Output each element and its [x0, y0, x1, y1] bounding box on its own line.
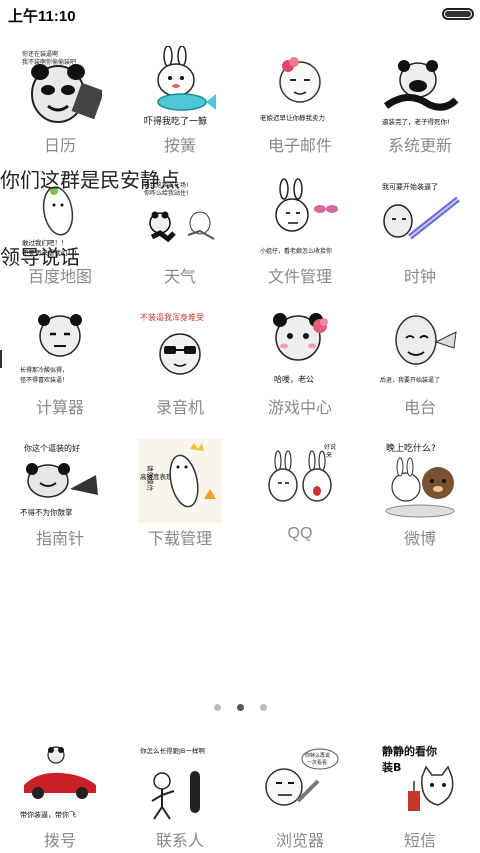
app-weibo[interactable]: 晚上吃什么? 微博 — [360, 433, 480, 563]
status-bar: 上午11:10 — [0, 0, 480, 28]
app-label: 录音机 — [155, 400, 204, 417]
svg-text:装B: 装B — [381, 760, 401, 774]
app-calendar[interactable]: 你还在装逼啊 我不装啊你偷偷装吧 日历 — [0, 40, 120, 170]
rabbit-whale-meme-icon: 吓得我吃了一鲸 — [138, 46, 222, 130]
app-label: 短信 — [403, 833, 436, 850]
app-label: QQ — [287, 525, 313, 542]
svg-text:晚上吃什么?: 晚上吃什么? — [386, 442, 436, 454]
svg-text:哈喽，老公: 哈喽，老公 — [274, 374, 314, 384]
app-label: 按簧 — [163, 138, 196, 155]
svg-text:带你装逼，带你飞: 带你装逼，带你飞 — [20, 810, 76, 819]
app-email[interactable]: 老娘迟早让你静我卖力 电子邮件 — [240, 40, 360, 170]
dock: 带你装逼，带你飞 拨号 你怎么长得跟JB一样啊 联系人 你特么再说 一次看看 浏… — [0, 735, 480, 853]
app-recorder[interactable]: 不装逼我浑身难受 录音机 — [120, 302, 240, 432]
app-label: 系统更新 — [387, 138, 452, 155]
svg-text:我不装啊你偷偷装吧: 我不装啊你偷偷装吧 — [22, 58, 76, 66]
app-label: 日历 — [43, 138, 76, 155]
panda-car-meme-icon: 带你装逼，带你飞 — [18, 741, 102, 825]
app-calculator[interactable]: 长得那冷酸似得， 怪不得喜欢装逼！ 计算器 — [0, 302, 120, 432]
cony-brown-meme-icon: 晚上吃什么? — [378, 439, 462, 523]
two-rabbits-meme-icon: 好说 来 — [258, 439, 342, 523]
dock-app-contacts[interactable]: 你怎么长得跟JB一样啊 联系人 — [120, 735, 240, 853]
page-dot-active[interactable] — [236, 704, 244, 711]
svg-text:我可要开始装逼了: 我可要开始装逼了 — [382, 182, 438, 191]
app-label: 联系人 — [155, 833, 204, 850]
app-game-center[interactable]: 哈喽，老公 游戏中心 — [240, 302, 360, 432]
svg-text:你还在装逼啊: 你还在装逼啊 — [22, 50, 58, 58]
app-radio[interactable]: 后退，我要开始装逼了 电台 — [360, 302, 480, 432]
svg-text:高难度表现: 高难度表现 — [140, 472, 173, 481]
panda-laugh-meme-icon: 逼装完了，老子得死你! — [378, 46, 462, 130]
status-time: 上午11:10 — [8, 8, 76, 25]
svg-text:怪不得喜欢装逼！: 怪不得喜欢装逼！ — [20, 376, 68, 384]
panda-stare-meme-icon: 长得那冷酸似得， 怪不得喜欢装逼！ — [18, 308, 102, 392]
cat-drink-meme-icon: 静静的看你 装B — [378, 741, 462, 825]
svg-text:来: 来 — [326, 452, 332, 459]
overlay-subtitle: 你们这群是民安静点 — [0, 170, 180, 192]
app-label: 游戏中心 — [267, 400, 332, 417]
app-label: 微博 — [403, 531, 436, 548]
app-system-update[interactable]: 逼装完了，老子得死你! 系统更新 — [360, 40, 480, 170]
app-compass[interactable]: 你这个逼装的好 不得不为你鼓掌 指南针 — [0, 433, 120, 563]
stick-figure-meme-icon: 你怎么长得跟JB一样啊 — [138, 741, 222, 825]
svg-text:好说: 好说 — [324, 443, 336, 451]
svg-text:小姐仔，看老娘怎么收拾你: 小姐仔，看老娘怎么收拾你 — [260, 247, 332, 255]
app-clock[interactable]: 我可要开始装逼了 时钟 — [360, 171, 480, 301]
app-label: 电台 — [403, 400, 436, 417]
svg-text:老娘迟早让你静我卖力: 老娘迟早让你静我卖力 — [260, 113, 325, 122]
panda-meme-icon: 你还在装逼啊 我不装啊你偷偷装吧 — [18, 46, 102, 130]
face-knife-meme-icon: 你特么再说 一次看看 — [258, 741, 342, 825]
sword-meme-icon: 我可要开始装逼了 — [378, 177, 462, 261]
app-label: 拨号 — [43, 833, 76, 850]
svg-text:吓得我吃了一鲸: 吓得我吃了一鲸 — [144, 115, 207, 127]
page-indicator — [0, 698, 480, 711]
page-dot[interactable] — [259, 704, 267, 711]
flower-face-meme-icon: 老娘迟早让你静我卖力 — [258, 46, 342, 130]
app-label: 指南针 — [35, 531, 84, 548]
app-anhuang[interactable]: 吓得我吃了一鲸 按簧 — [120, 40, 240, 170]
bald-face-meme-icon: 后退，我要开始装逼了 — [378, 308, 462, 392]
svg-text:静静的看你: 静静的看你 — [382, 744, 437, 758]
svg-text:不装逼我浑身难受: 不装逼我浑身难受 — [140, 312, 204, 322]
app-label: 下载管理 — [147, 531, 212, 548]
app-label: 计算器 — [35, 400, 84, 417]
svg-text:你这个逼装的好: 你这个逼装的好 — [24, 443, 80, 453]
battery-icon — [442, 8, 474, 20]
app-label: 浏览器 — [275, 833, 324, 850]
page-dot[interactable] — [213, 704, 221, 711]
app-qq[interactable]: 好说 来 QQ — [240, 433, 360, 563]
app-label: 文件管理 — [267, 269, 332, 286]
app-label: 电子邮件 — [267, 138, 332, 155]
svg-text:你怎么长得跟JB一样啊: 你怎么长得跟JB一样啊 — [140, 746, 205, 755]
dock-app-messages[interactable]: 静静的看你 装B 短信 — [360, 735, 480, 853]
app-file-manager[interactable]: 小姐仔，看老娘怎么收拾你 文件管理 — [240, 171, 360, 301]
svg-text:你特么再说: 你特么再说 — [305, 752, 330, 759]
blob-crown-meme-icon: 请勿模仿 高难度表现 — [138, 439, 222, 523]
svg-text:一次看看: 一次看看 — [307, 759, 327, 766]
edge-mark — [0, 350, 2, 368]
dock-app-dialer[interactable]: 带你装逼，带你飞 拨号 — [0, 735, 120, 853]
svg-text:长得那冷酸似得，: 长得那冷酸似得， — [20, 366, 68, 374]
sunglasses-meme-icon: 不装逼我浑身难受 — [138, 308, 222, 392]
panda-flower-meme-icon: 哈喽，老公 — [258, 308, 342, 392]
overlay-subtitle: 领导说话 — [0, 247, 80, 269]
svg-text:后退，我要开始装逼了: 后退，我要开始装逼了 — [380, 376, 440, 384]
svg-text:不得不为你鼓掌: 不得不为你鼓掌 — [20, 507, 73, 517]
svg-text:逼装完了，老子得死你!: 逼装完了，老子得死你! — [382, 117, 450, 126]
app-label: 时钟 — [403, 269, 436, 286]
app-label: 天气 — [163, 269, 196, 286]
dock-app-browser[interactable]: 你特么再说 一次看看 浏览器 — [240, 735, 360, 853]
rabbit-bra-meme-icon: 小姐仔，看老娘怎么收拾你 — [258, 177, 342, 261]
app-download-manager[interactable]: 请勿模仿 高难度表现 下载管理 — [120, 433, 240, 563]
panda-clap-meme-icon: 你这个逼装的好 不得不为你鼓掌 — [18, 439, 102, 523]
